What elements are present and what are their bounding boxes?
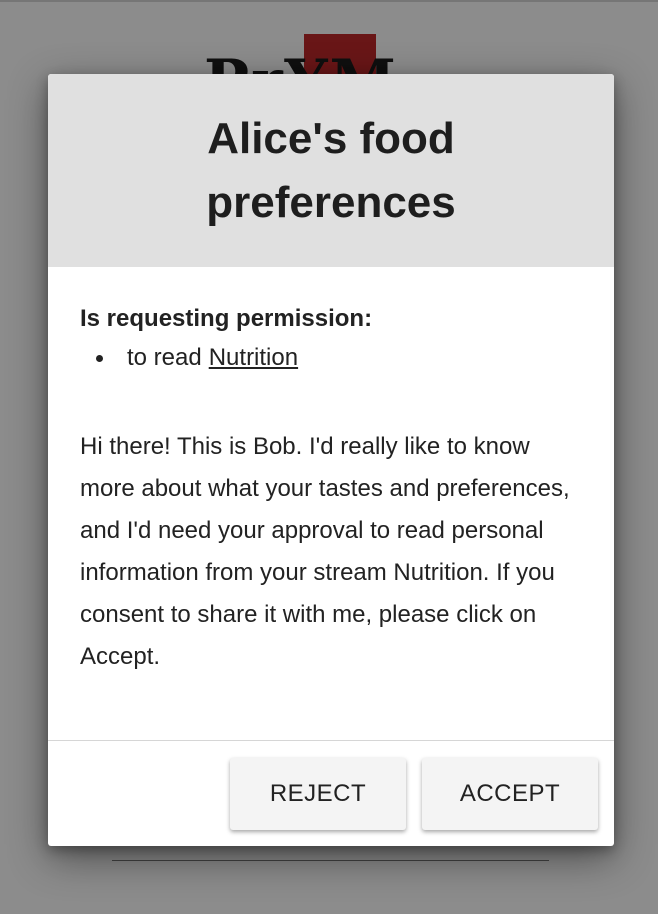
permission-prefix: to read [127, 344, 202, 371]
dialog-title: Alice's food preferences [206, 113, 456, 227]
dialog-actions: REJECT ACCEPT [48, 740, 614, 846]
dialog-header: Alice's food preferences [48, 74, 614, 267]
bullet-icon [96, 354, 103, 362]
dialog-body: Is requesting permission: to read Nutrit… [48, 267, 614, 678]
accept-button[interactable]: ACCEPT [422, 758, 598, 830]
permission-list: to read Nutrition [80, 342, 582, 374]
consent-dialog: Alice's food preferences Is requesting p… [48, 74, 614, 846]
request-message: Hi there! This is Bob. I'd really like t… [80, 433, 570, 670]
permission-heading: Is requesting permission: [80, 305, 373, 332]
permission-item: to read Nutrition [96, 342, 582, 374]
stream-link-nutrition[interactable]: Nutrition [209, 342, 298, 374]
reject-button[interactable]: REJECT [230, 758, 406, 830]
